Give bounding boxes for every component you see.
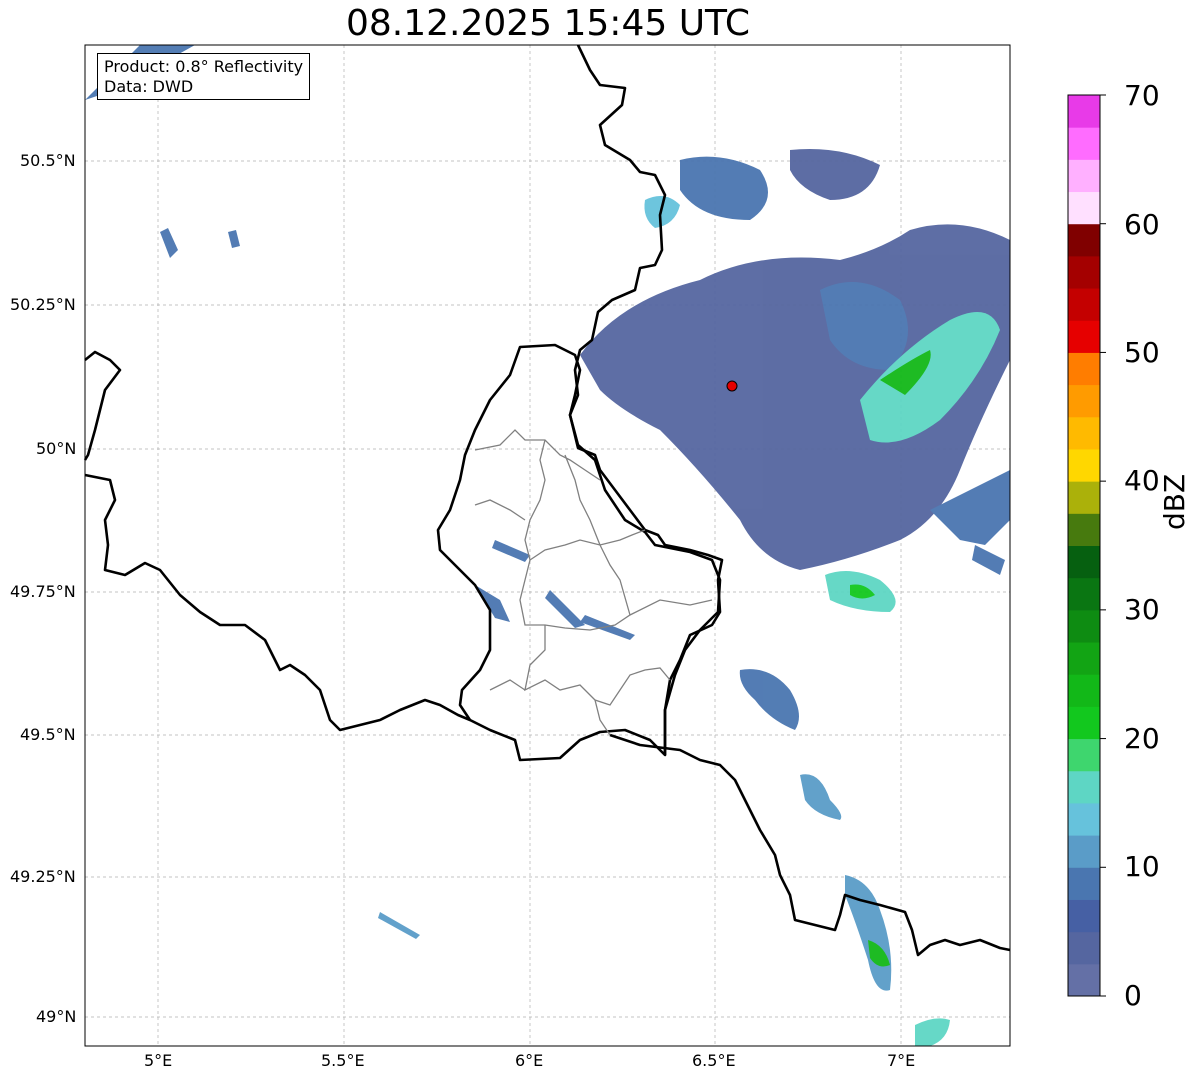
radar-map <box>83 44 1106 1047</box>
colorbar-tick-label: 40 <box>1124 464 1160 497</box>
colorbar-tick-label: 70 <box>1124 79 1160 112</box>
lon-tick-label: 6.5°E <box>692 1051 736 1070</box>
info-box: Product: 0.8° Reflectivity Data: DWD <box>97 53 311 100</box>
colorbar <box>1067 94 1106 997</box>
lon-tick-label: 7°E <box>887 1051 916 1070</box>
lat-tick-label: 50.5°N <box>20 151 76 170</box>
radar-site-marker <box>726 380 738 392</box>
colorbar-tick-label: 50 <box>1124 336 1160 369</box>
lat-tick-label: 50°N <box>36 439 77 458</box>
colorbar-segment <box>1068 931 1100 965</box>
colorbar-segment <box>1068 127 1100 160</box>
colorbar-segment <box>1068 255 1100 289</box>
colorbar-segment <box>1068 642 1100 675</box>
colorbar-tick-label: 10 <box>1124 850 1160 883</box>
product-label: Product: 0.8° Reflectivity <box>104 57 304 76</box>
lat-tick-label: 49.5°N <box>20 725 76 744</box>
lat-tick-label: 50.25°N <box>10 295 76 314</box>
colorbar-segment <box>1068 223 1100 257</box>
colorbar-segment <box>1068 577 1100 611</box>
colorbar-segment <box>1068 191 1100 225</box>
map-title: 08.12.2025 15:45 UTC <box>345 3 751 44</box>
colorbar-segment <box>1068 706 1100 740</box>
colorbar-segment <box>1068 963 1100 997</box>
colorbar-segment <box>1068 320 1100 353</box>
colorbar-tick-label: 30 <box>1124 593 1160 626</box>
colorbar-segment <box>1068 352 1100 386</box>
lat-tick-label: 49°N <box>36 1007 77 1026</box>
colorbar-segment <box>1068 867 1100 900</box>
colorbar-tick-label: 60 <box>1124 208 1160 241</box>
colorbar-tick-label: 20 <box>1124 722 1160 755</box>
colorbar-tick-label: 0 <box>1124 979 1142 1012</box>
data-source-label: Data: DWD <box>104 77 194 96</box>
colorbar-segment <box>1068 770 1100 804</box>
colorbar-segment <box>1068 448 1100 482</box>
colorbar-segment <box>1068 545 1100 579</box>
colorbar-segment <box>1068 835 1100 868</box>
colorbar-segment <box>1068 899 1100 933</box>
lat-tick-label: 49.75°N <box>10 582 76 601</box>
colorbar-segment <box>1068 481 1100 514</box>
lon-tick-label: 5°E <box>144 1051 173 1070</box>
colorbar-segment <box>1068 288 1100 321</box>
colorbar-segment <box>1068 674 1100 707</box>
colorbar-segment <box>1068 95 1100 128</box>
colorbar-segment <box>1068 159 1100 193</box>
colorbar-segment <box>1068 513 1100 546</box>
colorbar-segment <box>1068 738 1100 772</box>
colorbar-segment <box>1068 609 1100 643</box>
colorbar-segment <box>1068 802 1100 836</box>
colorbar-segment <box>1068 384 1100 418</box>
colorbar-segment <box>1068 416 1100 450</box>
lon-tick-label: 5.5°E <box>321 1051 365 1070</box>
colorbar-label: dBZ <box>1158 473 1191 530</box>
lon-tick-label: 6°E <box>515 1051 544 1070</box>
lat-tick-label: 49.25°N <box>10 867 76 886</box>
